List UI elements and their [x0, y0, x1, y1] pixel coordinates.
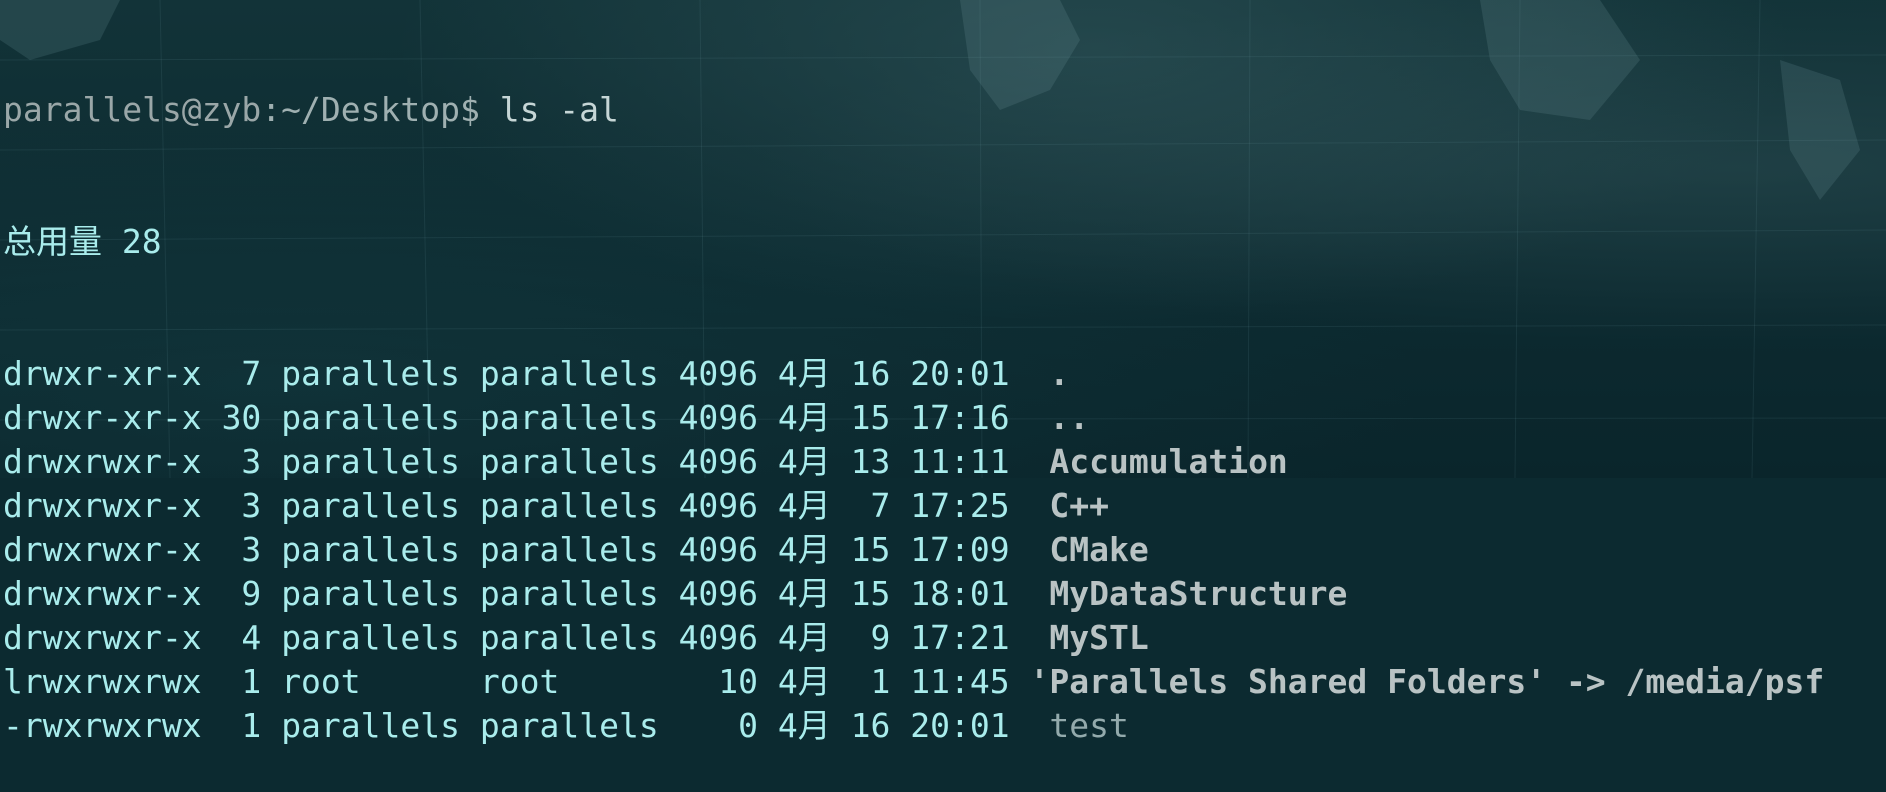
entry-time: 17:21 — [910, 618, 1010, 657]
entry-day: 15 — [850, 530, 891, 569]
prompt-user-host: parallels@zyb — [3, 90, 262, 129]
entry-owner: parallels — [281, 618, 460, 657]
listing-row: drwxrwxr-x 3 parallels parallels 4096 4月… — [3, 440, 1824, 484]
entry-perms: drwxr-xr-x — [3, 398, 202, 437]
entry-day: 1 — [850, 662, 891, 701]
entry-month: 4月 — [777, 618, 831, 657]
entry-group: parallels — [479, 486, 659, 525]
entry-size: 4096 — [678, 530, 759, 569]
entry-perms: drwxrwxr-x — [3, 486, 202, 525]
entry-name: C++ — [1049, 486, 1109, 525]
entry-links: 7 — [221, 354, 262, 393]
entry-name: 'Parallels Shared Folders' -> /media/psf — [1029, 662, 1825, 701]
entry-group: parallels — [479, 354, 659, 393]
entry-perms: drwxr-xr-x — [3, 354, 202, 393]
entry-group: parallels — [479, 618, 659, 657]
entry-month: 4月 — [777, 662, 831, 701]
entry-links: 3 — [221, 486, 262, 525]
entry-month: 4月 — [777, 354, 831, 393]
entry-links: 4 — [221, 618, 262, 657]
entry-group: parallels — [479, 442, 659, 481]
entry-size: 10 — [678, 662, 759, 701]
entry-links: 3 — [221, 530, 262, 569]
entry-name: . — [1049, 354, 1070, 393]
entry-time: 17:16 — [910, 398, 1010, 437]
entry-perms: -rwxrwxrwx — [3, 706, 202, 745]
prompt-path: :~/Desktop$ — [261, 90, 500, 129]
listing-entries: drwxr-xr-x 7 parallels parallels 4096 4月… — [3, 352, 1824, 748]
entry-name: MySTL — [1049, 618, 1149, 657]
listing-row: drwxrwxr-x 3 parallels parallels 4096 4月… — [3, 528, 1824, 572]
entry-day: 7 — [850, 486, 891, 525]
entry-month: 4月 — [777, 530, 831, 569]
listing-row: drwxr-xr-x 7 parallels parallels 4096 4月… — [3, 352, 1824, 396]
listing-row: drwxrwxr-x 3 parallels parallels 4096 4月… — [3, 484, 1824, 528]
prompt-command: ls -al — [499, 90, 619, 129]
entry-owner: parallels — [281, 530, 460, 569]
entry-owner: parallels — [281, 574, 460, 613]
entry-size: 4096 — [678, 618, 759, 657]
entry-month: 4月 — [777, 486, 831, 525]
entry-day: 15 — [850, 574, 891, 613]
entry-day: 16 — [850, 706, 891, 745]
entry-owner: parallels — [281, 706, 460, 745]
entry-day: 13 — [850, 442, 891, 481]
entry-links: 1 — [221, 706, 262, 745]
entry-perms: drwxrwxr-x — [3, 442, 202, 481]
entry-day: 15 — [850, 398, 891, 437]
entry-owner: parallels — [281, 398, 460, 437]
entry-size: 0 — [678, 706, 759, 745]
entry-name: .. — [1049, 398, 1090, 437]
entry-time: 17:25 — [910, 486, 1010, 525]
entry-links: 30 — [221, 398, 262, 437]
entry-links: 1 — [221, 662, 262, 701]
entry-name: MyDataStructure — [1049, 574, 1348, 613]
entry-day: 16 — [850, 354, 891, 393]
entry-group: parallels — [479, 706, 659, 745]
entry-size: 4096 — [678, 398, 759, 437]
entry-owner: parallels — [281, 354, 460, 393]
terminal-output: parallels@zyb:~/Desktop$ ls -al 总用量 28 d… — [3, 0, 1824, 792]
entry-time: 20:01 — [910, 706, 1010, 745]
entry-size: 4096 — [678, 574, 759, 613]
entry-month: 4月 — [777, 574, 831, 613]
entry-size: 4096 — [678, 486, 759, 525]
entry-size: 4096 — [678, 354, 759, 393]
entry-links: 3 — [221, 442, 262, 481]
entry-time: 11:11 — [910, 442, 1010, 481]
entry-group: root — [479, 662, 659, 701]
entry-time: 18:01 — [910, 574, 1010, 613]
listing-row: drwxr-xr-x 30 parallels parallels 4096 4… — [3, 396, 1824, 440]
entry-perms: drwxrwxr-x — [3, 618, 202, 657]
entry-day: 9 — [850, 618, 891, 657]
entry-name: CMake — [1049, 530, 1149, 569]
entry-owner: root — [281, 662, 460, 701]
entry-month: 4月 — [777, 706, 831, 745]
entry-time: 11:45 — [910, 662, 1010, 701]
entry-owner: parallels — [281, 442, 460, 481]
entry-group: parallels — [479, 398, 659, 437]
prompt-line: parallels@zyb:~/Desktop$ ls -al — [3, 88, 1824, 132]
entry-month: 4月 — [777, 398, 831, 437]
entry-perms: drwxrwxr-x — [3, 530, 202, 569]
listing-row: -rwxrwxrwx 1 parallels parallels 0 4月 16… — [3, 704, 1824, 748]
entry-size: 4096 — [678, 442, 759, 481]
entry-group: parallels — [479, 574, 659, 613]
total-line: 总用量 28 — [3, 222, 162, 261]
entry-name: test — [1049, 706, 1129, 745]
entry-owner: parallels — [281, 486, 460, 525]
entry-time: 20:01 — [910, 354, 1010, 393]
entry-links: 9 — [221, 574, 262, 613]
entry-group: parallels — [479, 530, 659, 569]
entry-perms: drwxrwxr-x — [3, 574, 202, 613]
entry-time: 17:09 — [910, 530, 1010, 569]
entry-name: Accumulation — [1049, 442, 1288, 481]
entry-perms: lrwxrwxrwx — [3, 662, 202, 701]
listing-row: lrwxrwxrwx 1 root root 10 4月 1 11:45 'Pa… — [3, 660, 1824, 704]
entry-month: 4月 — [777, 442, 831, 481]
listing-row: drwxrwxr-x 4 parallels parallels 4096 4月… — [3, 616, 1824, 660]
listing-row: drwxrwxr-x 9 parallels parallels 4096 4月… — [3, 572, 1824, 616]
